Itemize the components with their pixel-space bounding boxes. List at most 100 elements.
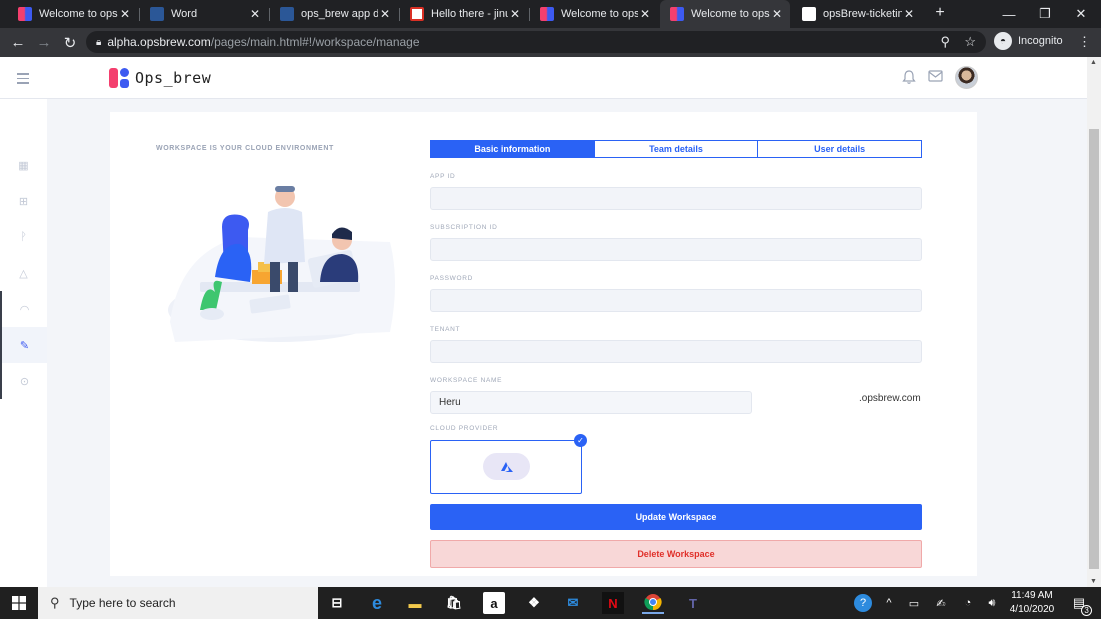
zoom-magnifier-icon[interactable]: ⚲	[940, 34, 950, 50]
browser-tab[interactable]: ops_brew app doc ✕	[270, 0, 398, 28]
wifi-icon[interactable]: ◔	[960, 587, 976, 619]
brand-name: Ops_brew	[135, 69, 212, 87]
windows-start-icon[interactable]	[0, 587, 38, 619]
mail-app-icon[interactable]: ✉	[562, 592, 584, 614]
browser-tab[interactable]: Word ✕	[140, 0, 268, 28]
tab-title: Hello there - jinut	[431, 8, 508, 20]
browser-tab[interactable]: Welcome to opsbr ✕	[530, 0, 658, 28]
browser-tab[interactable]: Hello there - jinut ✕	[400, 0, 528, 28]
delete-workspace-button[interactable]: Delete Workspace	[430, 540, 922, 568]
task-view-icon[interactable]: ⊟	[326, 592, 348, 614]
opsbrew-logo-icon	[670, 7, 684, 21]
dashboard-grid-icon[interactable]: ▦	[0, 147, 47, 183]
checkmark-icon: ✓	[574, 434, 587, 447]
close-tab-icon[interactable]: ✕	[248, 7, 262, 21]
subscription-id-field[interactable]	[430, 238, 922, 261]
close-tab-icon[interactable]: ✕	[378, 7, 392, 21]
word-icon	[280, 7, 294, 21]
alert-icon[interactable]: △	[0, 255, 47, 291]
chrome-icon[interactable]	[642, 592, 664, 614]
address-bar[interactable]: 🔒︎ alpha.opsbrew.com /pages/main.html#!/…	[86, 31, 986, 53]
edge-icon[interactable]: e	[366, 592, 388, 614]
headset-icon[interactable]: ◠	[0, 291, 47, 327]
cloud-provider-option[interactable]: ✓	[430, 434, 587, 494]
browser-tab-active[interactable]: Welcome to opsbr ✕	[660, 0, 790, 28]
new-tab-button[interactable]: +	[930, 4, 950, 22]
cloud-provider-label: CLOUD PROVIDER	[430, 425, 499, 432]
notifications-icon[interactable]: ▤ 3	[1064, 587, 1094, 619]
bell-icon[interactable]	[902, 69, 916, 85]
system-clock[interactable]: 11:49 AM 4/10/2020	[1006, 589, 1058, 617]
volume-icon[interactable]: 🔊︎	[983, 587, 1001, 619]
browser-tab[interactable]: Welcome to opsbr ✕	[8, 0, 138, 28]
brand-logo[interactable]: Ops_brew	[109, 68, 211, 88]
tab-title: ops_brew app doc	[301, 8, 378, 20]
incognito-icon: ◓	[994, 32, 1012, 50]
store-icon[interactable]: 🛍︎	[443, 592, 465, 614]
close-tab-icon[interactable]: ✕	[508, 7, 522, 21]
mail-icon[interactable]	[928, 70, 943, 82]
app-id-field[interactable]	[430, 187, 922, 210]
forward-arrow-icon[interactable]: →	[32, 28, 56, 57]
settings-circle-icon[interactable]: ⊙	[0, 363, 47, 399]
pen-workspace-icon[interactable]: ✍︎	[932, 587, 950, 619]
url-host: alpha.opsbrew.com	[107, 35, 211, 49]
workspace-card: WORKSPACE IS YOUR CLOUD ENVIRONMENT Basi…	[110, 112, 977, 576]
app-id-label: APP ID	[430, 173, 456, 180]
incognito-label: Incognito	[1018, 35, 1063, 47]
close-window-icon[interactable]: ✕	[1063, 0, 1099, 28]
browser-tab[interactable]: opsBrew-ticketing ✕	[792, 0, 922, 28]
amazon-icon[interactable]: a	[483, 592, 505, 614]
tab-user-details[interactable]: User details	[758, 141, 921, 157]
org-chart-icon[interactable]: ⊞	[0, 183, 47, 219]
trello-icon	[802, 7, 816, 21]
lock-icon: 🔒︎	[96, 36, 102, 48]
page-scrollbar[interactable]: ▲ ▼	[1087, 57, 1101, 587]
scrollbar-thumb[interactable]	[1089, 129, 1099, 569]
clock-time: 11:49 AM	[1011, 590, 1053, 601]
workspace-domain-suffix: .opsbrew.com	[859, 393, 921, 404]
avatar[interactable]	[955, 66, 978, 89]
gmail-icon	[410, 7, 424, 21]
help-icon[interactable]: ?	[851, 587, 875, 619]
pipeline-icon[interactable]: ᚹ	[0, 219, 47, 255]
reload-icon[interactable]: ↻	[58, 28, 82, 57]
tab-title: Word	[171, 8, 198, 20]
browser-menu-icon[interactable]: ⋮	[1078, 34, 1091, 50]
incognito-indicator[interactable]: ◓ Incognito	[994, 32, 1063, 50]
update-workspace-button[interactable]: Update Workspace	[430, 504, 922, 530]
file-explorer-icon[interactable]: ▬	[404, 592, 426, 614]
hamburger-menu-icon[interactable]	[17, 73, 29, 87]
bookmark-star-icon[interactable]: ☆	[964, 34, 976, 50]
password-field[interactable]	[430, 289, 922, 312]
close-tab-icon[interactable]: ✕	[902, 7, 916, 21]
tab-title: opsBrew-ticketing	[823, 8, 902, 20]
chevron-up-icon[interactable]: ^	[882, 587, 896, 619]
teams-icon[interactable]: T	[682, 592, 704, 614]
back-arrow-icon[interactable]: ←	[6, 28, 30, 57]
scroll-down-icon[interactable]: ▼	[1090, 578, 1097, 585]
opsbrew-logo-icon	[18, 7, 32, 21]
netflix-icon[interactable]: N	[602, 592, 624, 614]
browser-toolbar: ← → ↻ 🔒︎ alpha.opsbrew.com /pages/main.h…	[0, 28, 1101, 57]
edit-workspace-icon[interactable]: ✎	[0, 327, 47, 363]
minimize-icon[interactable]: —	[991, 0, 1027, 28]
close-tab-icon[interactable]: ✕	[770, 7, 784, 21]
tab-title: Welcome to opsbr	[39, 8, 118, 20]
tab-basic-information[interactable]: Basic information	[431, 141, 595, 157]
workspace-name-field[interactable]: Heru	[430, 391, 752, 414]
tab-title: Welcome to opsbr	[561, 8, 638, 20]
battery-icon[interactable]: ▭	[906, 587, 922, 619]
tab-team-details[interactable]: Team details	[595, 141, 759, 157]
close-tab-icon[interactable]: ✕	[118, 7, 132, 21]
taskbar-search[interactable]: ⚲ Type here to search	[38, 587, 318, 619]
opsbrew-logo-icon	[109, 68, 131, 88]
close-tab-icon[interactable]: ✕	[638, 7, 652, 21]
restore-icon[interactable]: ❐	[1027, 0, 1063, 28]
browser-tab-strip: Welcome to opsbr ✕ Word ✕ ops_brew app d…	[0, 0, 1101, 28]
password-label: PASSWORD	[430, 275, 474, 282]
sidebar: ▦ ⊞ ᚹ △ ◠ ✎ ⊙	[0, 99, 47, 587]
dropbox-icon[interactable]: ❖	[523, 592, 545, 614]
tenant-field[interactable]	[430, 340, 922, 363]
scroll-up-icon[interactable]: ▲	[1090, 59, 1097, 66]
